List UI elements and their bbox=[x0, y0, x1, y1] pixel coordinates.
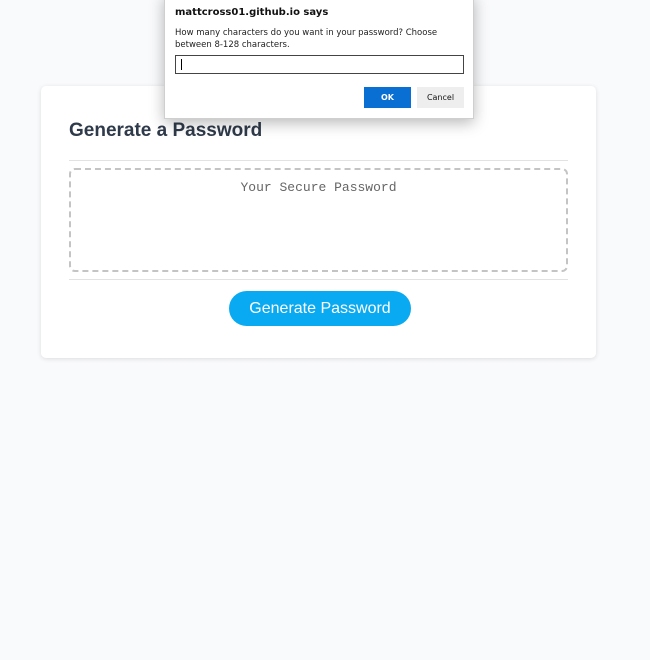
dialog-message: How many characters do you want in your … bbox=[175, 28, 438, 50]
password-placeholder: Your Secure Password bbox=[240, 180, 397, 195]
password-length-input[interactable] bbox=[175, 55, 464, 74]
dialog-title: mattcross01.github.io says bbox=[175, 7, 329, 18]
cancel-button[interactable]: Cancel bbox=[417, 87, 464, 108]
password-generator-card: Generate a Password Your Secure Password… bbox=[41, 86, 596, 358]
browser-prompt-dialog: mattcross01.github.io says How many char… bbox=[164, 0, 474, 119]
card-header-divider bbox=[69, 160, 568, 161]
ok-button[interactable]: OK bbox=[364, 87, 411, 108]
card-footer-divider bbox=[69, 279, 568, 280]
generate-password-button[interactable]: Generate Password bbox=[229, 291, 411, 326]
card-title: Generate a Password bbox=[69, 120, 263, 141]
text-caret bbox=[181, 59, 182, 70]
password-display-area[interactable]: Your Secure Password bbox=[69, 168, 568, 272]
